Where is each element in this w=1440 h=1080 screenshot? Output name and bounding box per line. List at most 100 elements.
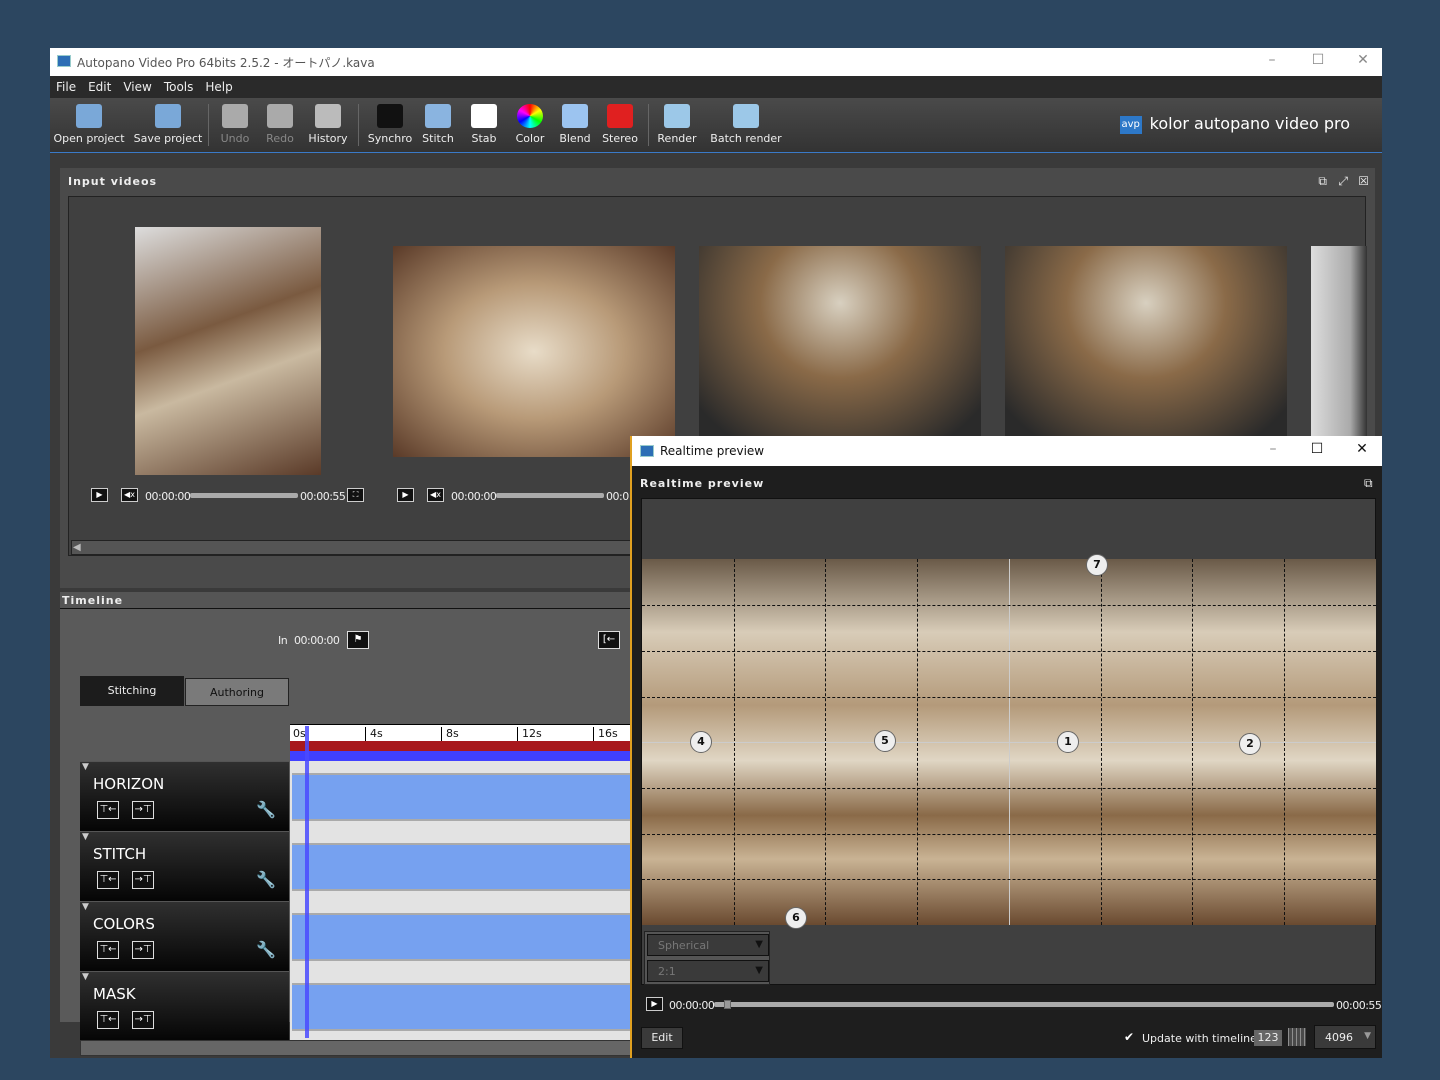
redo-button[interactable]: Redo xyxy=(260,98,300,153)
batch-render-button[interactable]: Batch render xyxy=(706,98,786,153)
ratio-dropdown[interactable]: 2:1 ▼ xyxy=(647,960,769,982)
projection-dropdown[interactable]: Spherical ▼ xyxy=(647,934,769,956)
play-button[interactable]: ▶ xyxy=(91,488,108,502)
track-clip[interactable] xyxy=(292,773,640,821)
trim-start-button[interactable]: ⊤← xyxy=(97,801,119,819)
toolbar-label: Blend xyxy=(559,132,591,145)
track-lane[interactable] xyxy=(290,971,640,1041)
wrench-icon[interactable]: 🔧 xyxy=(256,940,276,959)
popout-icon[interactable]: ⧉ xyxy=(1364,476,1373,491)
grid-icon[interactable] xyxy=(1288,1028,1306,1046)
resolution-dropdown[interactable]: 4096 ▼ xyxy=(1314,1025,1376,1049)
collapse-icon[interactable]: ▼ xyxy=(82,972,89,982)
track-clip[interactable] xyxy=(292,983,640,1031)
minimize-button[interactable]: – xyxy=(1257,52,1287,72)
expand-icon[interactable]: ⤢ xyxy=(1338,174,1348,189)
video-thumbnail[interactable] xyxy=(699,246,981,436)
blend-button[interactable]: Blend xyxy=(555,98,595,153)
render-button[interactable]: Render xyxy=(653,98,701,153)
track-lane[interactable] xyxy=(290,831,640,901)
undo-button[interactable]: Undo xyxy=(215,98,255,153)
trim-start-button[interactable]: ⊤← xyxy=(97,1011,119,1029)
tab-stitching[interactable]: Stitching xyxy=(80,676,184,706)
timeline-scrollbar[interactable] xyxy=(80,1040,640,1056)
toolbar-label: Color xyxy=(515,132,545,145)
mute-button[interactable]: ◀x xyxy=(121,488,138,502)
trim-end-button[interactable]: →⊤ xyxy=(132,941,154,959)
edit-button[interactable]: Edit xyxy=(641,1027,683,1049)
wrench-icon[interactable]: 🔧 xyxy=(256,870,276,889)
track-lane[interactable] xyxy=(290,901,640,971)
seek-slider[interactable] xyxy=(190,493,298,498)
fullscreen-button[interactable]: ⛶ xyxy=(347,488,364,502)
collapse-icon[interactable]: ▼ xyxy=(82,902,89,912)
control-point-marker[interactable]: 2 xyxy=(1239,733,1261,755)
collapse-icon[interactable]: ▼ xyxy=(82,832,89,842)
save-project-button[interactable]: Save project xyxy=(130,98,206,153)
trim-end-button[interactable]: →⊤ xyxy=(132,1011,154,1029)
time-ruler[interactable]: 0s 4s 8s 12s 16s xyxy=(290,724,640,743)
control-point-marker[interactable]: 5 xyxy=(874,730,896,752)
color-button[interactable]: Color xyxy=(510,98,550,153)
open-project-button[interactable]: Open project xyxy=(53,98,125,153)
preview-viewport[interactable]: 7 4 5 1 2 6 Spherical ▼ 2:1 ▼ xyxy=(641,498,1376,985)
video-thumbnail[interactable] xyxy=(1311,246,1367,436)
grid-line xyxy=(642,879,1376,880)
control-point-marker[interactable]: 4 xyxy=(690,731,712,753)
stitch-button[interactable]: Stitch xyxy=(418,98,458,153)
close-panel-icon[interactable]: ☒ xyxy=(1358,174,1369,188)
minimize-button[interactable]: – xyxy=(1258,441,1288,461)
menu-edit[interactable]: Edit xyxy=(82,76,117,94)
save-project-icon xyxy=(155,104,181,128)
playhead[interactable] xyxy=(305,726,309,1038)
synchro-button[interactable]: Synchro xyxy=(366,98,414,153)
control-point-marker[interactable]: 6 xyxy=(785,907,807,929)
seek-slider[interactable] xyxy=(714,1000,1334,1009)
trim-start-button[interactable]: ⊤← xyxy=(97,941,119,959)
mute-button[interactable]: ◀x xyxy=(427,488,444,502)
update-checkbox[interactable]: ✔ xyxy=(1124,1030,1134,1044)
video-thumbnail[interactable] xyxy=(1005,246,1287,436)
control-point-marker[interactable]: 7 xyxy=(1086,554,1108,576)
stitch-icon xyxy=(425,104,451,128)
video-thumbnail[interactable] xyxy=(135,227,321,475)
seek-slider[interactable] xyxy=(496,493,604,498)
maximize-button[interactable]: ☐ xyxy=(1302,441,1332,461)
menu-view[interactable]: View xyxy=(117,76,157,94)
menu-file[interactable]: File xyxy=(50,76,82,94)
video-thumbnail[interactable] xyxy=(393,246,675,457)
trim-start-button[interactable]: ⊤← xyxy=(97,871,119,889)
play-button[interactable]: ▶ xyxy=(397,488,414,502)
wrench-icon[interactable]: 🔧 xyxy=(256,800,276,819)
toolbar-separator xyxy=(208,104,209,146)
collapse-icon[interactable]: ▼ xyxy=(82,762,89,772)
stab-button[interactable]: Stab xyxy=(466,98,502,153)
show-numbers-button[interactable]: 123 xyxy=(1254,1030,1282,1046)
stereo-button[interactable]: Stereo xyxy=(600,98,640,153)
tab-authoring[interactable]: Authoring xyxy=(185,678,289,706)
toolbar-label: Open project xyxy=(53,132,125,145)
trim-end-button[interactable]: →⊤ xyxy=(132,801,154,819)
popout-icon[interactable]: ⧉ xyxy=(1318,174,1327,189)
menu-tools[interactable]: Tools xyxy=(158,76,200,94)
control-point-marker[interactable]: 1 xyxy=(1057,731,1079,753)
toolbar-label: Stab xyxy=(471,132,497,145)
track-clip[interactable] xyxy=(292,913,640,961)
track-lane[interactable] xyxy=(290,761,640,831)
play-button[interactable]: ▶ xyxy=(646,997,663,1011)
trim-end-button[interactable]: →⊤ xyxy=(132,871,154,889)
close-button[interactable]: ✕ xyxy=(1347,441,1377,461)
go-to-start-button[interactable]: [← xyxy=(598,631,620,649)
brand-text: kolor autopano video pro xyxy=(1149,114,1350,133)
close-button[interactable]: ✕ xyxy=(1348,52,1378,72)
color-wheel-icon xyxy=(517,104,543,128)
track-header: ▼ MASK ⊤← →⊤ xyxy=(80,971,289,1041)
history-button[interactable]: History xyxy=(305,98,351,153)
toolbar: avp kolor autopano video pro Open project… xyxy=(50,98,1382,153)
menu-help[interactable]: Help xyxy=(199,76,238,94)
maximize-button[interactable]: ☐ xyxy=(1303,52,1333,72)
panorama-image[interactable]: 7 4 5 1 2 6 xyxy=(642,554,1376,929)
track-clip[interactable] xyxy=(292,843,640,891)
set-in-flag-button[interactable]: ⚑ xyxy=(347,631,369,649)
open-project-icon xyxy=(76,104,102,128)
